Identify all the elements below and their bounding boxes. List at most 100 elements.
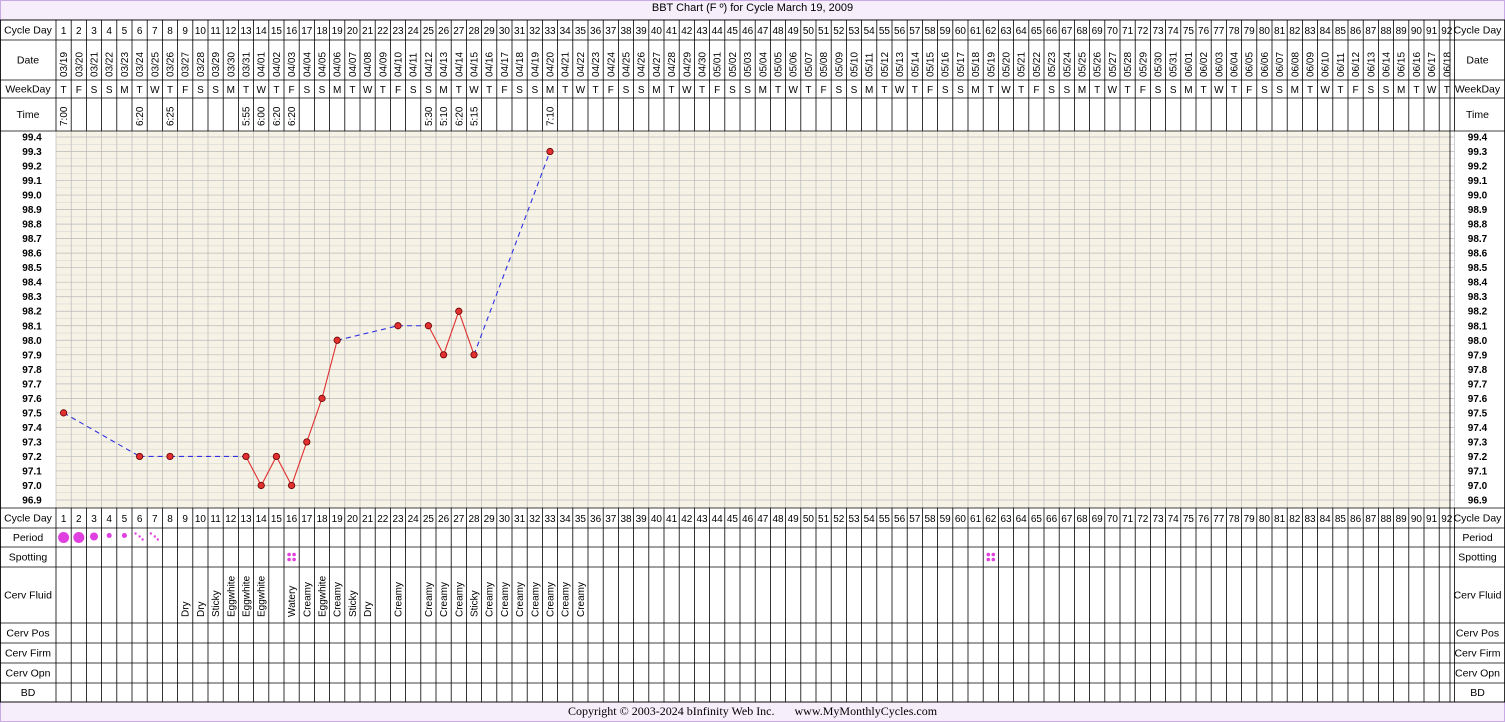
weekday-label: F [182,85,188,96]
cycle-day-number: 78 [1228,514,1240,525]
date-label: 03/29 [211,52,222,77]
cycle-day-number: 77 [1213,26,1225,37]
cycle-day-number: 13 [240,26,252,37]
weekday-label: S [942,85,949,96]
cycle-day-number: 64 [1016,514,1028,525]
cerv-fluid-value: Creamy [500,582,511,617]
cycle-day-number: 51 [818,26,830,37]
date-label: 04/23 [591,52,602,77]
y-tick-label-right: 99.0 [1468,191,1488,202]
date-label: 05/15 [926,52,937,77]
date-label: 05/05 [774,52,785,77]
date-label: 04/01 [257,52,268,77]
cycle-day-number: 43 [696,26,708,37]
temp-point [166,452,174,461]
weekday-label: S [303,85,310,96]
date-label: 04/29 [682,52,693,77]
cerv-fluid-value: Creamy [394,582,405,617]
y-tick-label: 97.5 [22,408,42,419]
row-label-cycle-day: Cycle Day [4,25,53,37]
cycle-day-number: 33 [544,26,556,37]
weekday-label: M [652,85,660,96]
date-label: 04/10 [394,52,405,77]
date-label: 04/25 [622,52,633,77]
cycle-day-number: 54 [864,514,876,525]
row-bd-bg [0,683,1505,702]
date-label: 06/13 [1366,52,1377,77]
cycle-day-number: 7 [152,26,158,37]
cycle-day-number: 56 [894,26,906,37]
cycle-day-number: 65 [1031,514,1043,525]
weekday-label: T [273,85,279,96]
cycle-day-number: 67 [1061,514,1073,525]
y-tick-label-right: 98.7 [1468,234,1488,245]
cerv-fluid-value: Dry [196,601,207,617]
cycle-day-number: 88 [1380,26,1392,37]
cycle-day-number: 15 [271,514,283,525]
cycle-day-number: 37 [605,26,617,37]
date-label: 05/22 [1032,52,1043,77]
period-spot-dot [134,532,137,535]
cycle-day-number: 88 [1380,514,1392,525]
row-label-right-cerv-pos: Cerv Pos [1456,628,1499,640]
weekday-label: T [486,85,492,96]
cerv-fluid-value: Creamy [576,582,587,617]
cycle-day-number: 27 [453,514,465,525]
weekday-label: T [61,85,67,96]
cycle-day-number: 38 [620,26,632,37]
time-value: 7:00 [59,106,70,126]
weekday-label: T [669,85,675,96]
y-tick-label-right: 97.0 [1468,481,1488,492]
temp-point [470,351,478,359]
cerv-fluid-value: Sticky [348,590,359,617]
date-label: 03/28 [196,52,207,77]
weekday-label: S [516,85,523,96]
row-label-right-spotting: Spotting [1458,552,1497,564]
spotting-dot [986,552,991,557]
cycle-day-number: 50 [803,514,815,525]
temp-point [439,351,448,359]
cycle-day-number: 57 [909,26,921,37]
cycle-day-number: 16 [286,514,298,525]
date-label: 04/06 [333,52,344,77]
date-label: 05/07 [804,52,815,77]
weekday-label: W [469,85,479,96]
temp-point [303,438,311,446]
cycle-day-number: 59 [940,514,952,525]
cycle-day-number: 74 [1168,26,1180,37]
date-label: 05/25 [1078,52,1089,77]
cycle-day-number: 49 [788,26,800,37]
cycle-day-number: 8 [167,514,173,525]
date-label: 05/16 [941,52,952,77]
cycle-day-number: 69 [1092,26,1104,37]
y-tick-label-right: 98.6 [1468,249,1488,260]
y-tick-label-right: 97.8 [1468,365,1488,376]
weekday-label: M [759,85,767,96]
cycle-day-number: 10 [195,26,207,37]
time-value: 5:10 [439,106,450,126]
row-label-cerv-firm: Cerv Firm [5,648,51,660]
y-tick-label: 97.0 [22,481,42,492]
date-label: 04/24 [606,52,617,77]
cerv-fluid-value: Creamy [302,582,313,617]
y-tick-label-right: 98.4 [1468,278,1488,289]
cycle-day-number: 41 [666,26,678,37]
site-link[interactable]: www.MyMonthlyCycles.com [795,704,938,718]
period-light-dot [106,533,112,538]
weekday-label: W [1427,85,1437,96]
cycle-day-number: 4 [106,26,112,37]
date-label: 03/31 [242,52,253,77]
date-label: 06/09 [1306,52,1317,77]
cycle-day-number: 39 [636,514,648,525]
cycle-day-number: 60 [955,514,967,525]
date-label: 03/26 [166,52,177,77]
cycle-day-number: 42 [681,514,693,525]
cycle-day-number: 70 [1107,26,1119,37]
y-tick-label-right: 97.7 [1468,379,1488,390]
period-spot-dot [149,532,152,535]
date-label: 03/20 [74,52,85,77]
cycle-day-number: 73 [1152,26,1164,37]
y-tick-label: 97.3 [22,437,42,448]
cycle-day-number: 47 [757,514,769,525]
weekday-label: S [623,85,630,96]
